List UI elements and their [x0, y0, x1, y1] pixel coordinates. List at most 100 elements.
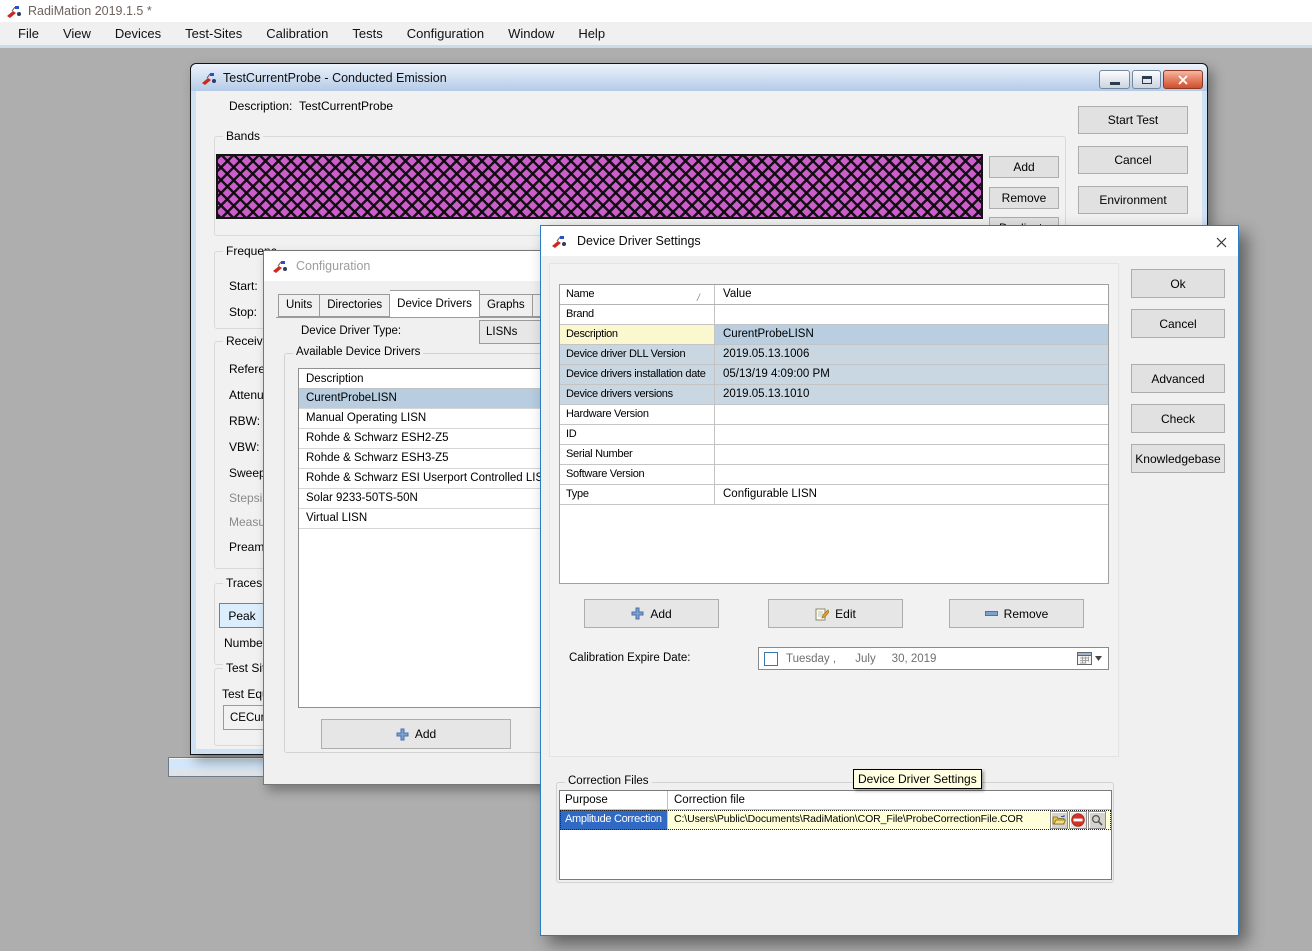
- band-remove-button[interactable]: Remove: [989, 187, 1059, 209]
- row-value: 2019.05.13.1006: [715, 345, 1108, 364]
- environment-label: Environment: [1099, 193, 1166, 207]
- table-row[interactable]: Type Configurable LISN: [560, 485, 1108, 505]
- header-correction-file[interactable]: Correction file: [668, 791, 1111, 809]
- peak-button[interactable]: Peak: [219, 603, 265, 628]
- radimation-logo-icon: [551, 233, 567, 249]
- menu-calibration[interactable]: Calibration: [254, 24, 340, 43]
- property-table: Name / Value Brand Description CurentPro…: [559, 284, 1109, 584]
- check-label: Check: [1161, 412, 1195, 426]
- tab-strip: Units Directories Device Drivers Graphs …: [278, 293, 578, 317]
- close-button[interactable]: [1163, 70, 1203, 89]
- driver-add-label: Add: [415, 727, 436, 741]
- row-value: [715, 445, 1108, 464]
- background-window-fragment: [168, 757, 264, 777]
- minimize-button[interactable]: [1099, 70, 1130, 89]
- row-name: Device drivers versions: [560, 385, 715, 404]
- edit-label: Edit: [835, 607, 856, 621]
- table-row[interactable]: Device drivers versions 2019.05.13.1010: [560, 385, 1108, 405]
- correction-file-path: C:\Users\Public\Documents\RadiMation\COR…: [668, 810, 1111, 830]
- vbw-label: VBW:: [229, 440, 259, 454]
- row-name: Software Version: [560, 465, 715, 484]
- remove-label: Remove: [1004, 607, 1049, 621]
- bands-area[interactable]: [216, 154, 983, 219]
- browse-file-button[interactable]: [1050, 811, 1068, 829]
- no-entry-icon: [1071, 813, 1085, 827]
- number-label: Number: [224, 636, 267, 650]
- correction-header-row: Purpose Correction file: [560, 791, 1111, 810]
- environment-button[interactable]: Environment: [1078, 186, 1188, 214]
- row-name: Hardware Version: [560, 405, 715, 424]
- open-folder-icon: [1052, 814, 1066, 826]
- menu-view[interactable]: View: [51, 24, 103, 43]
- dds-titlebar: Device Driver Settings: [541, 226, 1238, 256]
- advanced-button[interactable]: Advanced: [1131, 364, 1225, 393]
- menu-devices[interactable]: Devices: [103, 24, 173, 43]
- mdi-top-strip: [0, 45, 1312, 48]
- app-title: RadiMation 2019.1.5 *: [28, 4, 152, 18]
- app-titlebar: RadiMation 2019.1.5 *: [0, 0, 1312, 22]
- table-row[interactable]: Software Version: [560, 465, 1108, 485]
- test-window-titlebar: TestCurrentProbe - Conducted Emission: [191, 64, 1207, 91]
- menu-test-sites[interactable]: Test-Sites: [173, 24, 254, 43]
- table-row[interactable]: Device drivers installation date 05/13/1…: [560, 365, 1108, 385]
- tab-device-drivers[interactable]: Device Drivers: [390, 290, 480, 318]
- header-value[interactable]: Value: [715, 285, 1108, 304]
- tab-directories[interactable]: Directories: [320, 294, 390, 317]
- date-picker-button[interactable]: [1077, 651, 1102, 665]
- dds-close-button[interactable]: [1213, 234, 1229, 250]
- correction-row[interactable]: Amplitude Correction C:\Users\Public\Doc…: [560, 810, 1111, 830]
- maximize-button[interactable]: [1132, 70, 1161, 89]
- edit-button[interactable]: Edit: [768, 599, 903, 628]
- clear-file-button[interactable]: [1069, 811, 1087, 829]
- header-name[interactable]: Name /: [560, 285, 715, 304]
- table-row-selected[interactable]: Description CurentProbeLISN: [560, 325, 1108, 345]
- menu-file[interactable]: File: [6, 24, 51, 43]
- test-window-title: TestCurrentProbe - Conducted Emission: [223, 71, 447, 85]
- ok-button[interactable]: Ok: [1131, 269, 1225, 298]
- knowledgebase-button[interactable]: Knowledgebase: [1131, 444, 1225, 473]
- minus-icon: [985, 611, 998, 617]
- calibration-date-field[interactable]: Tuesday , July 30, 2019: [758, 647, 1109, 670]
- dds-title: Device Driver Settings: [577, 234, 701, 248]
- configuration-title: Configuration: [296, 259, 370, 273]
- row-name: Type: [560, 485, 715, 504]
- row-name: Serial Number: [560, 445, 715, 464]
- tab-units[interactable]: Units: [278, 294, 320, 317]
- start-test-button[interactable]: Start Test: [1078, 106, 1188, 134]
- menu-window[interactable]: Window: [496, 24, 566, 43]
- radimation-logo-icon: [272, 258, 288, 274]
- available-drivers-label: Available Device Drivers: [293, 346, 423, 358]
- calibration-expire-label: Calibration Expire Date:: [569, 652, 690, 664]
- plus-icon: [631, 607, 644, 620]
- table-row[interactable]: Device driver DLL Version 2019.05.13.100…: [560, 345, 1108, 365]
- header-purpose[interactable]: Purpose: [560, 791, 668, 809]
- row-name: Description: [560, 325, 715, 344]
- add-button[interactable]: Add: [584, 599, 719, 628]
- row-name: Device driver DLL Version: [560, 345, 715, 364]
- row-name: ID: [560, 425, 715, 444]
- calendar-icon: [1077, 651, 1092, 665]
- row-value: [715, 465, 1108, 484]
- band-add-button[interactable]: Add: [989, 156, 1059, 178]
- menu-help[interactable]: Help: [566, 24, 617, 43]
- table-row[interactable]: ID: [560, 425, 1108, 445]
- rbw-label: RBW:: [229, 414, 260, 428]
- tab-graphs[interactable]: Graphs: [480, 294, 533, 317]
- table-row[interactable]: Brand: [560, 305, 1108, 325]
- dds-cancel-button[interactable]: Cancel: [1131, 309, 1225, 338]
- close-icon: [1216, 237, 1227, 248]
- table-row[interactable]: Serial Number: [560, 445, 1108, 465]
- row-value: [715, 305, 1108, 324]
- view-file-button[interactable]: [1088, 811, 1106, 829]
- menu-tests[interactable]: Tests: [340, 24, 394, 43]
- cancel-button[interactable]: Cancel: [1078, 146, 1188, 174]
- remove-button[interactable]: Remove: [949, 599, 1084, 628]
- driver-add-button[interactable]: Add: [321, 719, 511, 749]
- minimize-icon: [1110, 82, 1120, 85]
- calibration-checkbox[interactable]: [764, 652, 778, 666]
- menu-configuration[interactable]: Configuration: [395, 24, 496, 43]
- calibration-date-value: Tuesday , July 30, 2019: [786, 653, 936, 665]
- edit-icon: [815, 607, 829, 621]
- table-row[interactable]: Hardware Version: [560, 405, 1108, 425]
- check-button[interactable]: Check: [1131, 404, 1225, 433]
